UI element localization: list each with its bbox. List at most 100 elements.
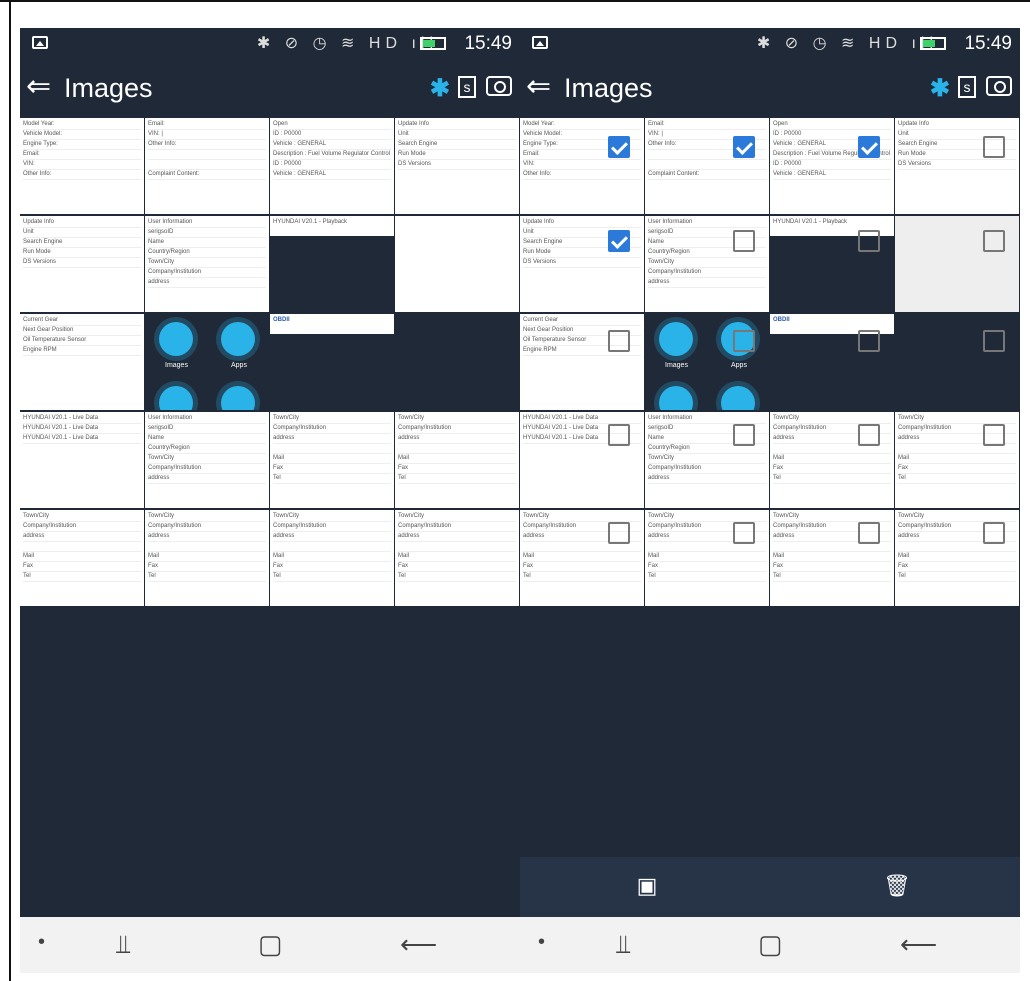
image-notification-icon	[532, 36, 548, 49]
image-thumbnail[interactable]	[895, 216, 1019, 312]
unselected-checkbox[interactable]	[733, 522, 755, 544]
camera-icon[interactable]	[486, 76, 512, 96]
selected-checkbox[interactable]	[608, 230, 630, 252]
camera-icon[interactable]	[986, 76, 1012, 96]
image-thumbnail[interactable]: Email: VIN: | Other Info: Complaint Content…	[145, 118, 269, 214]
image-thumbnail[interactable]: Email: VIN: | Other Info: Complaint Content…	[645, 118, 769, 214]
bluetooth-icon[interactable]: ✱	[930, 74, 950, 103]
images-label: Images	[665, 362, 688, 369]
image-thumbnail[interactable]: Town/City Company/Institution address Mail F…	[520, 510, 644, 606]
unselected-checkbox[interactable]	[983, 230, 1005, 252]
video-icon	[159, 386, 193, 410]
image-thumbnail[interactable]: Town/City Company/Institution address Mail F…	[895, 412, 1019, 508]
unselected-checkbox[interactable]	[983, 330, 1005, 352]
image-thumbnail[interactable]: Current Gear Next Gear Position Oil Temper…	[20, 314, 144, 410]
back-icon[interactable]: ⟵	[400, 929, 437, 960]
frame-left-line	[9, 0, 11, 981]
image-thumbnail[interactable]: Model Year: Vehicle Model: Engine Type: Ema…	[20, 118, 144, 214]
android-nav-bar: • ⫫ ▢ ⟵	[20, 917, 520, 973]
recent-apps-icon[interactable]: ⫫	[116, 929, 131, 961]
image-thumbnail[interactable]: Current Gear Next Gear Position Oil Temper…	[520, 314, 644, 410]
home-icon[interactable]: ▢	[758, 929, 783, 960]
image-thumbnail[interactable]: Update Info Unit Search Engine Run Mode DS V…	[395, 118, 519, 214]
image-thumbnail[interactable]: HYUNDAI V20.1 - Playback	[270, 216, 394, 312]
image-thumbnail[interactable]: User Information serigsoID Name Country/Reg…	[645, 412, 769, 508]
image-grid: Model Year: Vehicle Model: Engine Type: Ema…	[20, 118, 520, 606]
image-thumbnail[interactable]	[395, 216, 519, 312]
unselected-checkbox[interactable]	[858, 424, 880, 446]
image-thumbnail[interactable]: Town/City Company/Institution address Mail F…	[395, 412, 519, 508]
video-icon	[659, 386, 693, 410]
unselected-checkbox[interactable]	[858, 230, 880, 252]
app-bar: ⇐ Images ✱ s	[20, 60, 520, 118]
unselected-checkbox[interactable]	[983, 522, 1005, 544]
unselected-checkbox[interactable]	[608, 330, 630, 352]
selected-checkbox[interactable]	[608, 136, 630, 158]
image-thumbnail[interactable]: OBDII	[770, 314, 894, 410]
home-icon[interactable]: ▢	[258, 929, 283, 960]
image-thumbnail[interactable]: Town/City Company/Institution address Mail F…	[770, 510, 894, 606]
bluetooth-icon[interactable]: ✱	[430, 74, 450, 103]
trash-icon[interactable]: 🗑	[882, 873, 912, 899]
image-thumbnail[interactable]: Town/City Company/Institution address Mail F…	[395, 510, 519, 606]
image-thumbnail[interactable]: OBDII	[270, 314, 394, 410]
nav-dot-icon[interactable]: •	[38, 931, 45, 954]
image-thumbnail[interactable]: Update Info Unit Search Engine Run Mode DS V…	[20, 216, 144, 312]
back-icon[interactable]: ⟵	[900, 929, 937, 960]
back-arrow-icon[interactable]: ⇐	[526, 72, 551, 102]
page-title: Images	[564, 73, 653, 103]
apps-label: Apps	[731, 362, 747, 369]
image-thumbnail[interactable]: HYUNDAI V20.1 - Live Data HYUNDAI V20.1 -…	[520, 412, 644, 508]
unselected-checkbox[interactable]	[983, 424, 1005, 446]
frame-top-line	[0, 0, 1030, 2]
image-thumbnail[interactable]: Town/City Company/Institution address Mail F…	[895, 510, 1019, 606]
image-thumbnail[interactable]: Town/City Company/Institution address Mail F…	[270, 412, 394, 508]
image-thumbnail[interactable]: Town/City Company/Institution address Mail F…	[645, 510, 769, 606]
apps-icon	[221, 322, 255, 356]
image-thumbnail[interactable]: HYUNDAI V20.1 - Live Data HYUNDAI V20.1 -…	[20, 412, 144, 508]
android-nav-bar: • ⫫ ▢ ⟵	[520, 917, 1020, 973]
s-box-icon[interactable]: s	[958, 76, 976, 98]
status-time: 15:49	[964, 33, 1012, 54]
unselected-checkbox[interactable]	[608, 522, 630, 544]
image-thumbnail[interactable]: User Information serigsoID Name Country/Reg…	[145, 216, 269, 312]
image-thumbnail[interactable]: User Information serigsoID Name Country/Reg…	[145, 412, 269, 508]
nav-dot-icon[interactable]: •	[538, 931, 545, 954]
image-thumbnail[interactable]: Town/City Company/Institution address Mail F…	[145, 510, 269, 606]
selected-checkbox[interactable]	[733, 136, 755, 158]
unselected-checkbox[interactable]	[983, 136, 1005, 158]
image-thumbnail[interactable]: Model Year: Vehicle Model: Engine Type: Ema…	[520, 118, 644, 214]
phone-screen-left: ✱ ⊘ ◷ ≋ HD ıll 15:49 ⇐ Images ✱ s Model …	[20, 28, 520, 973]
phone-screen-right: ✱ ⊘ ◷ ≋ HD ıll 15:49 ⇐ Images ✱ s Model …	[520, 28, 1020, 973]
image-thumbnail[interactable]: Town/City Company/Institution address Mail F…	[20, 510, 144, 606]
recent-apps-icon[interactable]: ⫫	[616, 929, 631, 961]
unselected-checkbox[interactable]	[733, 230, 755, 252]
image-thumbnail[interactable]: Update Info Unit Search Engine Run Mode DS V…	[895, 118, 1019, 214]
image-thumbnail[interactable]: User Information serigsoID Name Country/Reg…	[645, 216, 769, 312]
unselected-checkbox[interactable]	[608, 424, 630, 446]
image-thumbnail[interactable]: Town/City Company/Institution address Mail F…	[770, 412, 894, 508]
status-bar: ✱ ⊘ ◷ ≋ HD ıll 15:49	[20, 28, 520, 60]
image-thumbnail[interactable]: HYUNDAI V20.1 - Playback	[770, 216, 894, 312]
unselected-checkbox[interactable]	[733, 424, 755, 446]
image-thumbnail[interactable]	[895, 314, 1019, 410]
unselected-checkbox[interactable]	[858, 522, 880, 544]
back-arrow-icon[interactable]: ⇐	[26, 72, 51, 102]
battery-icon	[420, 37, 446, 50]
unselected-checkbox[interactable]	[733, 330, 755, 352]
image-thumbnail[interactable]: Open ID : P0000 Vehicle : GENERAL Descripti…	[770, 118, 894, 214]
image-grid-selectable: Model Year: Vehicle Model: Engine Type: Ema…	[520, 118, 1020, 606]
image-thumbnail[interactable]: Open ID : P0000 Vehicle : GENERAL Descripti…	[270, 118, 394, 214]
image-thumbnail[interactable]: Update Info Unit Search Engine Run Mode DS V…	[520, 216, 644, 312]
status-time: 15:49	[464, 33, 512, 54]
screenshot-frame: ✱ ⊘ ◷ ≋ HD ıll 15:49 ⇐ Images ✱ s Model …	[0, 0, 1030, 981]
calendar-icon	[221, 386, 255, 410]
image-thumbnail[interactable]: Town/City Company/Institution address Mail F…	[270, 510, 394, 606]
image-thumbnail[interactable]: Images Apps	[645, 314, 769, 410]
image-thumbnail[interactable]	[395, 314, 519, 410]
unselected-checkbox[interactable]	[858, 330, 880, 352]
selected-checkbox[interactable]	[858, 136, 880, 158]
image-thumbnail[interactable]: Images Apps	[145, 314, 269, 410]
s-box-icon[interactable]: s	[458, 76, 476, 98]
select-all-icon[interactable]: ▣	[632, 873, 662, 899]
